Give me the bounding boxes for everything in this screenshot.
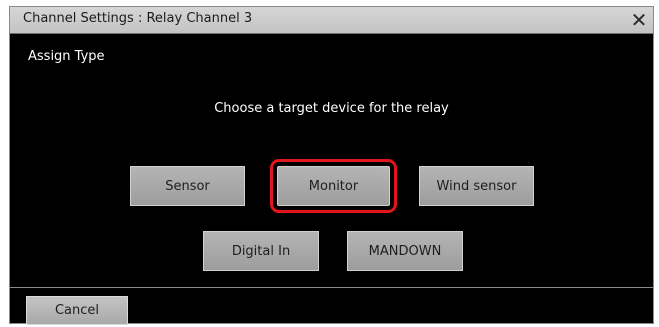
digital-in-button[interactable]: Digital In	[203, 231, 319, 271]
prompt-text: Choose a target device for the relay	[214, 101, 449, 116]
dialog-title: Channel Settings : Relay Channel 3	[23, 11, 253, 26]
wind-sensor-button[interactable]: Wind sensor	[419, 166, 534, 206]
mandown-button[interactable]: MANDOWN	[347, 231, 463, 271]
relay-channel-dialog: Channel Settings : Relay Channel 3 ✕ Ass…	[9, 6, 654, 325]
dialog-body: Assign Type Choose a target device for t…	[10, 35, 653, 287]
sensor-button[interactable]: Sensor	[130, 166, 245, 206]
cancel-button[interactable]: Cancel	[26, 296, 128, 325]
monitor-button[interactable]: Monitor	[270, 159, 397, 213]
dialog-footer: Cancel	[10, 287, 653, 325]
close-icon[interactable]: ✕	[627, 8, 651, 32]
title-bar: Channel Settings : Relay Channel 3 ✕	[10, 7, 653, 34]
section-label: Assign Type	[28, 49, 105, 64]
